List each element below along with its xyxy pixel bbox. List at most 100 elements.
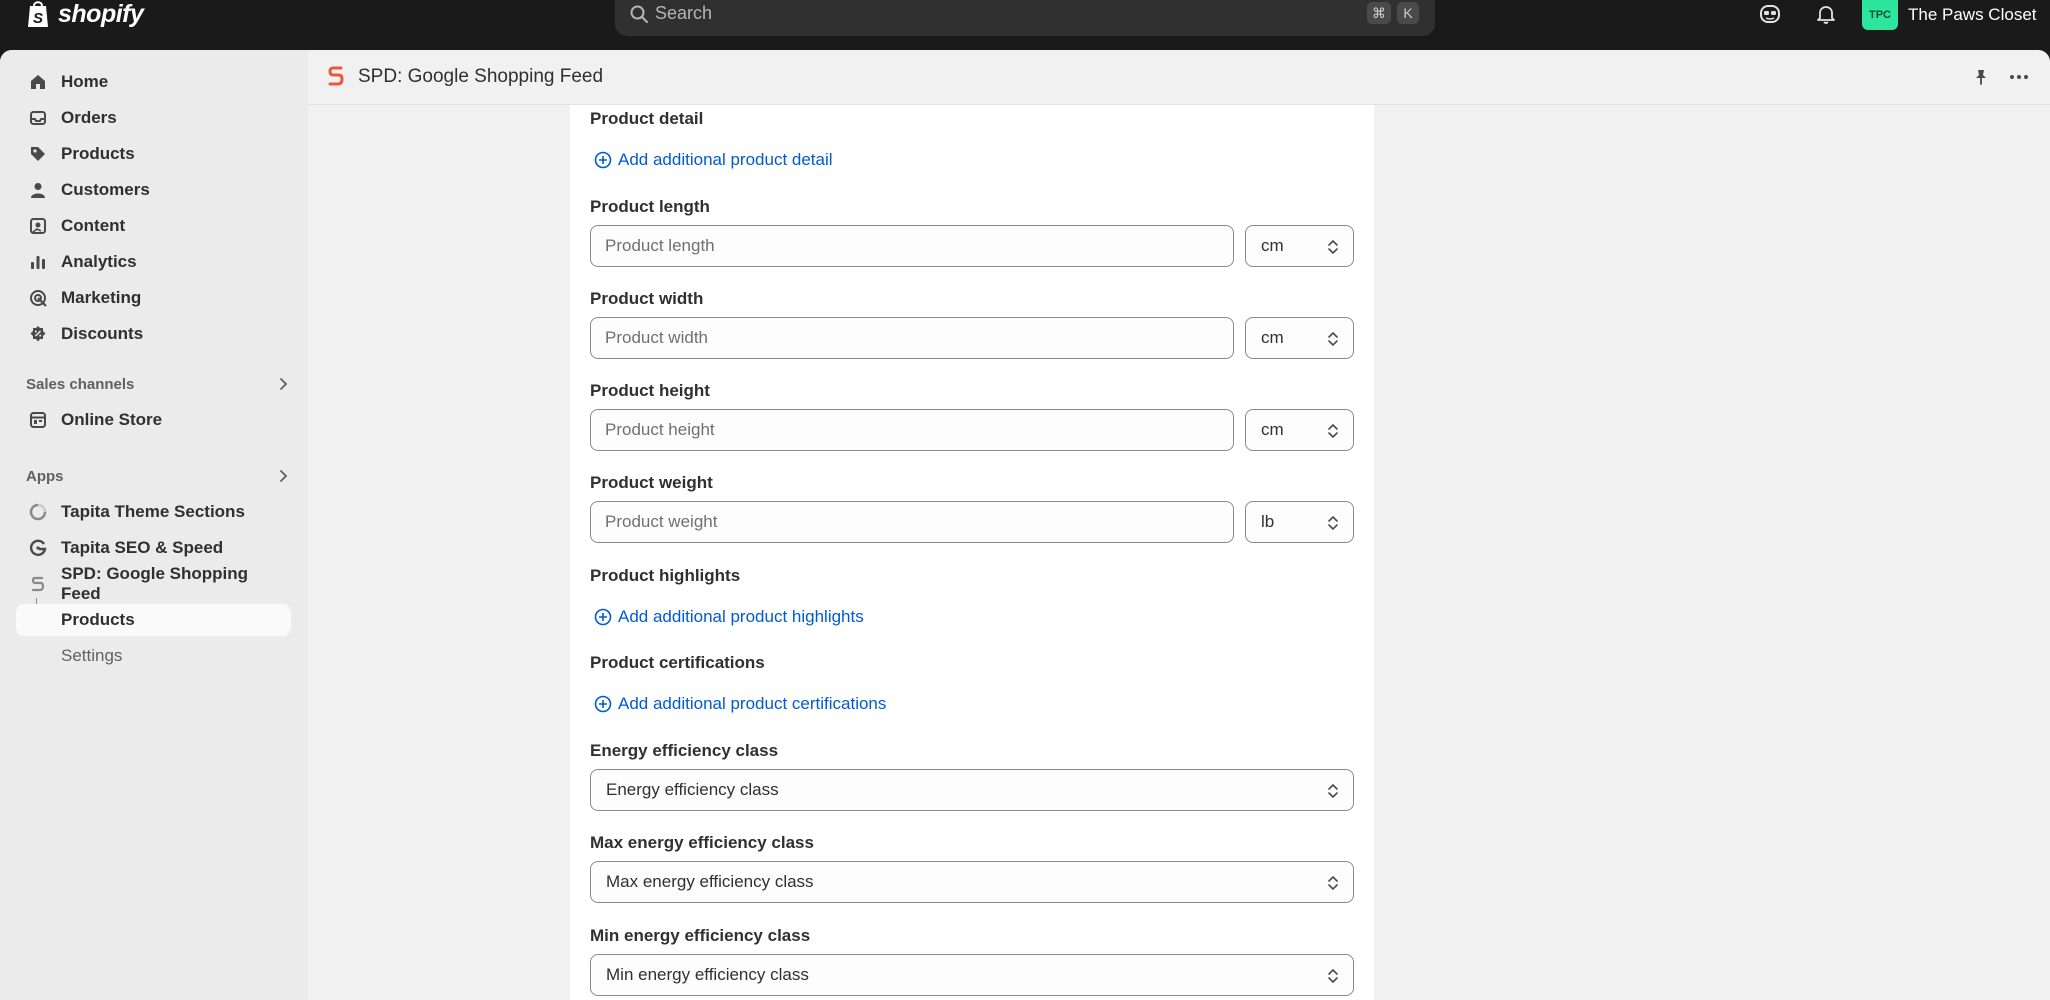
product-height-input[interactable] xyxy=(590,409,1234,451)
person-icon xyxy=(31,183,45,198)
select-arrows-icon xyxy=(1328,239,1338,255)
select-value: cm xyxy=(1261,236,1284,255)
app-header: SPD: Google Shopping Feed xyxy=(308,50,2050,105)
store-name: The Paws Closet xyxy=(1908,5,2037,24)
plus-circle-icon xyxy=(594,151,612,169)
bar-chart-icon xyxy=(31,256,45,269)
min-energy-efficiency-label: Min energy efficiency class xyxy=(590,926,811,945)
sidebar-item-products[interactable]: Products xyxy=(16,138,291,170)
sidebar-app-spd-google-shopping-feed[interactable]: SPD: Google Shopping Feed xyxy=(16,564,291,603)
product-width-label: Product width xyxy=(590,289,704,308)
sidebar-item-label: SPD: Google Shopping Feed xyxy=(61,564,248,603)
sidebar-item-label: Tapita Theme Sections xyxy=(61,502,245,521)
sidebar-item-label: Settings xyxy=(61,646,123,665)
svg-text:S: S xyxy=(33,10,43,27)
pin-icon[interactable] xyxy=(1972,68,1990,86)
select-value: cm xyxy=(1261,328,1284,347)
sidebar-item-customers[interactable]: Customers xyxy=(16,174,291,206)
sidebar-item-label: Content xyxy=(61,216,126,235)
sidebar-subitem-products[interactable]: Products xyxy=(16,604,291,636)
tapita-seo-icon xyxy=(29,539,47,556)
sidebar-item-marketing[interactable]: Marketing xyxy=(16,282,291,314)
product-width-unit-select[interactable]: cm xyxy=(1245,317,1354,359)
sidebar-item-label: Marketing xyxy=(61,288,142,307)
product-weight-input[interactable] xyxy=(590,501,1234,543)
bell-icon[interactable] xyxy=(1814,2,1838,26)
app-content: Product detail Add additional product de… xyxy=(308,105,2050,1000)
top-bar: S shopify ⌘ K TPC The Paws Closet xyxy=(0,0,2050,50)
select-value: lb xyxy=(1261,512,1275,531)
sidebar-item-label: Tapita SEO & Speed xyxy=(61,538,224,557)
select-value: Min energy efficiency class xyxy=(606,965,809,984)
select-arrows-icon xyxy=(1328,875,1338,891)
sidebar-item-analytics[interactable]: Analytics xyxy=(16,246,291,278)
store-menu-button[interactable]: TPC The Paws Closet xyxy=(1862,0,2037,30)
select-arrows-icon xyxy=(1328,783,1338,799)
add-product-detail-link[interactable]: Add additional product detail xyxy=(594,150,833,170)
plus-circle-icon xyxy=(594,608,612,626)
sidebar-item-orders[interactable]: Orders xyxy=(16,102,291,134)
shopify-logo[interactable]: S shopify xyxy=(26,0,144,28)
add-product-highlights-link[interactable]: Add additional product highlights xyxy=(594,607,864,627)
select-value: Max energy efficiency class xyxy=(606,872,814,891)
shortcut-k-key: K xyxy=(1397,2,1419,24)
min-energy-efficiency-select[interactable]: Min energy efficiency class xyxy=(590,954,1354,996)
select-arrows-icon xyxy=(1328,515,1338,531)
shopify-bag-icon: S xyxy=(28,1,48,27)
sidebar-item-discounts[interactable]: Discounts xyxy=(16,318,291,350)
select-value: Energy efficiency class xyxy=(606,780,779,799)
sales-channels-header[interactable]: Sales channels xyxy=(26,372,291,396)
sidebar: Home Orders Products Customers Content A… xyxy=(0,50,308,1000)
search-bar[interactable]: ⌘ K xyxy=(615,0,1435,36)
section-label: Sales channels xyxy=(26,375,135,393)
sidebar-item-online-store[interactable]: Online Store xyxy=(16,404,291,436)
spd-logo-icon xyxy=(31,576,45,592)
product-length-label: Product length xyxy=(590,197,710,216)
sidebar-item-label: Discounts xyxy=(61,324,144,343)
more-options-icon[interactable] xyxy=(2008,68,2030,86)
sidebar-item-label: Products xyxy=(61,144,135,163)
orders-icon xyxy=(30,111,46,125)
store-icon xyxy=(30,412,46,428)
product-weight-unit-select[interactable]: lb xyxy=(1245,501,1354,543)
select-arrows-icon xyxy=(1328,423,1338,439)
select-value: cm xyxy=(1261,420,1284,439)
energy-efficiency-select[interactable]: Energy efficiency class xyxy=(590,769,1354,811)
product-width-input[interactable] xyxy=(590,317,1234,359)
sidebar-subitem-settings[interactable]: Settings xyxy=(16,640,291,672)
shortcut-cmd-key: ⌘ xyxy=(1367,2,1391,24)
sidebar-app-tapita-theme-sections[interactable]: Tapita Theme Sections xyxy=(16,496,291,528)
sidebar-item-home[interactable]: Home xyxy=(16,66,291,98)
product-form-card: Product detail Add additional product de… xyxy=(570,105,1374,1000)
tapita-theme-icon xyxy=(29,503,47,521)
home-icon xyxy=(31,75,45,89)
product-length-input[interactable] xyxy=(590,225,1234,267)
max-energy-efficiency-select[interactable]: Max energy efficiency class xyxy=(590,861,1354,903)
select-arrows-icon xyxy=(1328,331,1338,347)
store-avatar: TPC xyxy=(1862,0,1898,30)
admin-frame: Home Orders Products Customers Content A… xyxy=(0,50,2050,1000)
product-height-unit-select[interactable]: cm xyxy=(1245,409,1354,451)
energy-efficiency-label: Energy efficiency class xyxy=(590,741,779,760)
sidekick-icon[interactable] xyxy=(1758,2,1782,26)
target-icon xyxy=(30,290,47,307)
product-length-unit-select[interactable]: cm xyxy=(1245,225,1354,267)
spd-app-logo-icon xyxy=(328,66,344,86)
section-label: Apps xyxy=(26,467,64,485)
link-label: Add additional product detail xyxy=(618,150,833,169)
apps-header[interactable]: Apps xyxy=(26,464,291,488)
search-input[interactable] xyxy=(655,0,1255,26)
brand-name: shopify xyxy=(58,0,144,28)
max-energy-efficiency-label: Max energy efficiency class xyxy=(590,833,814,852)
plus-circle-icon xyxy=(594,695,612,713)
sidebar-app-tapita-seo[interactable]: Tapita SEO & Speed xyxy=(16,532,291,564)
add-product-certifications-link[interactable]: Add additional product certifications xyxy=(594,694,886,714)
discount-icon xyxy=(30,326,46,342)
sidebar-item-label: Customers xyxy=(61,180,150,199)
sidebar-item-label: Home xyxy=(61,72,109,91)
sidebar-item-content[interactable]: Content xyxy=(16,210,291,242)
image-icon xyxy=(30,218,46,234)
sidebar-item-label: Analytics xyxy=(61,252,137,271)
product-highlights-label: Product highlights xyxy=(590,566,741,585)
product-height-label: Product height xyxy=(590,381,710,400)
